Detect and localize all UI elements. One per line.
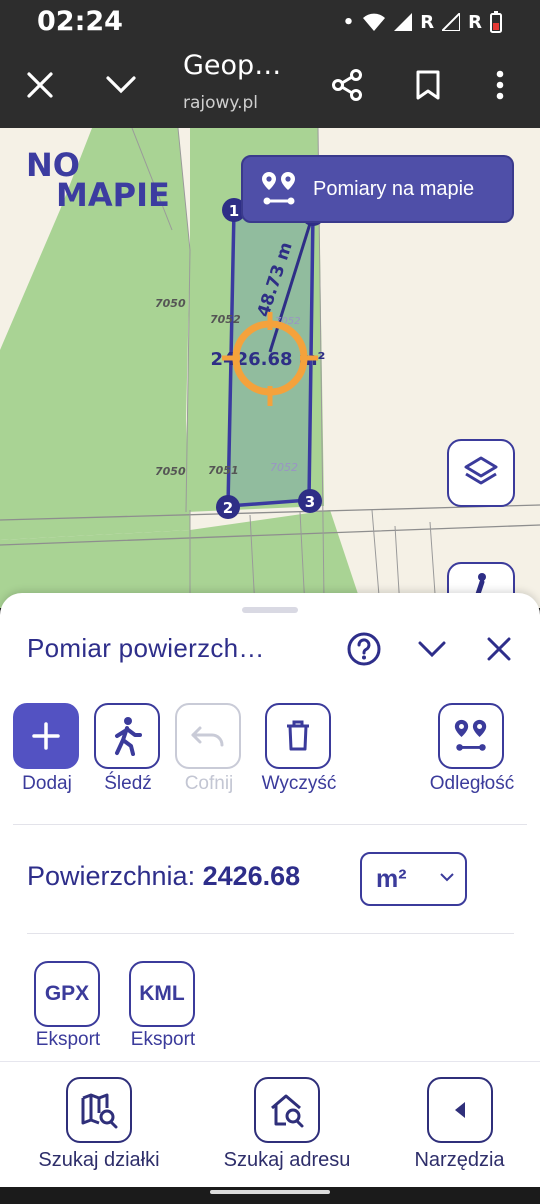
chevron-down-icon (106, 76, 136, 94)
track-button[interactable]: Śledź (94, 703, 162, 795)
more-vert-icon (496, 70, 504, 100)
bookmark-button[interactable] (401, 58, 455, 112)
kml-export-label: Eksport (130, 1029, 196, 1050)
help-icon (347, 632, 381, 666)
gesture-bar (0, 1187, 540, 1204)
distance-label: Odległość (429, 773, 515, 794)
more-options-button[interactable] (473, 58, 527, 112)
walk-icon (115, 717, 142, 756)
status-time: 02:24 (37, 6, 123, 37)
nav-search-parcel[interactable]: Szukaj działki (24, 1077, 174, 1172)
divider (27, 933, 514, 934)
signal-icon (394, 13, 413, 31)
area-readout: Powierzchnia: 2426.68 (27, 861, 300, 892)
page-url: rajowy.pl (183, 93, 258, 113)
distance-icon (262, 172, 295, 205)
area-label: Powierzchnia: (27, 861, 196, 891)
bottom-navigation: Szukaj działki Szukaj adresu Narzędzia (0, 1061, 540, 1187)
nav-tools-label: Narzędzia (414, 1149, 505, 1171)
kml-export-button[interactable]: KML Eksport (129, 961, 197, 1051)
nav-tools[interactable]: Narzędzia (392, 1077, 527, 1172)
chevron-down-icon (440, 873, 454, 882)
distance-icon (454, 719, 487, 751)
kml-badge[interactable]: KML (129, 961, 195, 1027)
layers-button[interactable] (447, 439, 515, 507)
track-box[interactable] (94, 703, 160, 769)
close-icon (27, 72, 53, 98)
status-bar: 02:24 • R R (0, 0, 540, 44)
signal-icon (442, 13, 461, 31)
nav-search-parcel-box[interactable] (66, 1077, 132, 1143)
parcel-label: 7050 (155, 297, 186, 310)
nav-search-address-box[interactable] (254, 1077, 320, 1143)
page-title: Geop… (183, 50, 282, 81)
sheet-drag-handle[interactable] (242, 607, 298, 613)
distance-button[interactable]: Odległość (430, 703, 514, 795)
vertex-number: 1 (229, 202, 239, 220)
share-button[interactable] (320, 58, 374, 112)
home-indicator[interactable] (210, 1190, 330, 1194)
plus-icon (32, 722, 60, 750)
area-value: 2426.68 (202, 861, 301, 891)
vertex-marker[interactable]: 2 (216, 495, 240, 519)
vertex-marker[interactable]: 3 (298, 489, 322, 513)
battery-icon (490, 11, 502, 33)
sheet-title: Pomiar powierzch… (27, 633, 265, 663)
clear-button[interactable]: Wyczyść (262, 703, 336, 795)
undo-box[interactable] (175, 703, 241, 769)
status-icons: • R R (343, 11, 502, 33)
clear-box[interactable] (265, 703, 331, 769)
trash-icon (287, 720, 309, 751)
close-tab-button[interactable] (13, 58, 67, 112)
nav-search-address-label: Szukaj adresu (223, 1149, 351, 1171)
undo-button[interactable]: Cofnij (175, 703, 243, 795)
measure-on-map-button[interactable]: Pomiary na mapie (241, 155, 514, 223)
gpx-badge[interactable]: GPX (34, 961, 100, 1027)
measurement-sheet: Pomiar powierzch… Dodaj Śledź Cofnij Wyc… (0, 593, 540, 1061)
vertex-number: 3 (305, 493, 315, 511)
nav-search-address[interactable]: Szukaj adresu (212, 1077, 362, 1172)
home-search-icon (271, 1094, 304, 1128)
clear-label: Wyczyść (261, 773, 337, 794)
wifi-icon (363, 13, 386, 31)
add-point-button[interactable]: Dodaj (13, 703, 81, 795)
logo-line-2: MAPIE (56, 176, 170, 214)
triangle-left-icon (454, 1102, 465, 1118)
parcel-label: 7052 (210, 313, 241, 326)
vertex-number: 2 (223, 499, 233, 517)
measure-button-label: Pomiary na mapie (313, 177, 475, 200)
browser-bar: Geop… rajowy.pl (0, 44, 540, 128)
dot-icon: • (342, 11, 355, 33)
unit-value: m² (376, 864, 407, 893)
parcel-label: 7052 (270, 461, 298, 474)
divider (13, 824, 527, 825)
gpx-export-button[interactable]: GPX Eksport (34, 961, 102, 1051)
nav-search-parcel-label: Szukaj działki (38, 1149, 160, 1171)
close-sheet-button[interactable] (479, 629, 519, 669)
chevron-down-icon (418, 641, 446, 658)
help-button[interactable] (344, 629, 384, 669)
distance-box[interactable] (438, 703, 504, 769)
map-search-icon (81, 1093, 118, 1129)
gpx-export-label: Eksport (35, 1029, 101, 1050)
share-icon (332, 69, 362, 101)
layers-icon (464, 456, 498, 485)
unit-select[interactable]: m² (360, 852, 467, 906)
parcel-label: 7050 (155, 465, 186, 478)
collapse-sheet-button[interactable] (412, 629, 452, 669)
roaming-label: R (420, 11, 435, 33)
close-icon (487, 637, 511, 661)
minimize-button[interactable] (94, 58, 148, 112)
nomapie-logo: NO MAPIE (26, 149, 170, 214)
roaming-label: R (468, 11, 482, 33)
bookmark-icon (416, 70, 440, 100)
add-point-box[interactable] (13, 703, 79, 769)
parcel-label: 7051 (208, 464, 239, 477)
undo-icon (191, 726, 224, 747)
nav-tools-box[interactable] (426, 1077, 493, 1143)
